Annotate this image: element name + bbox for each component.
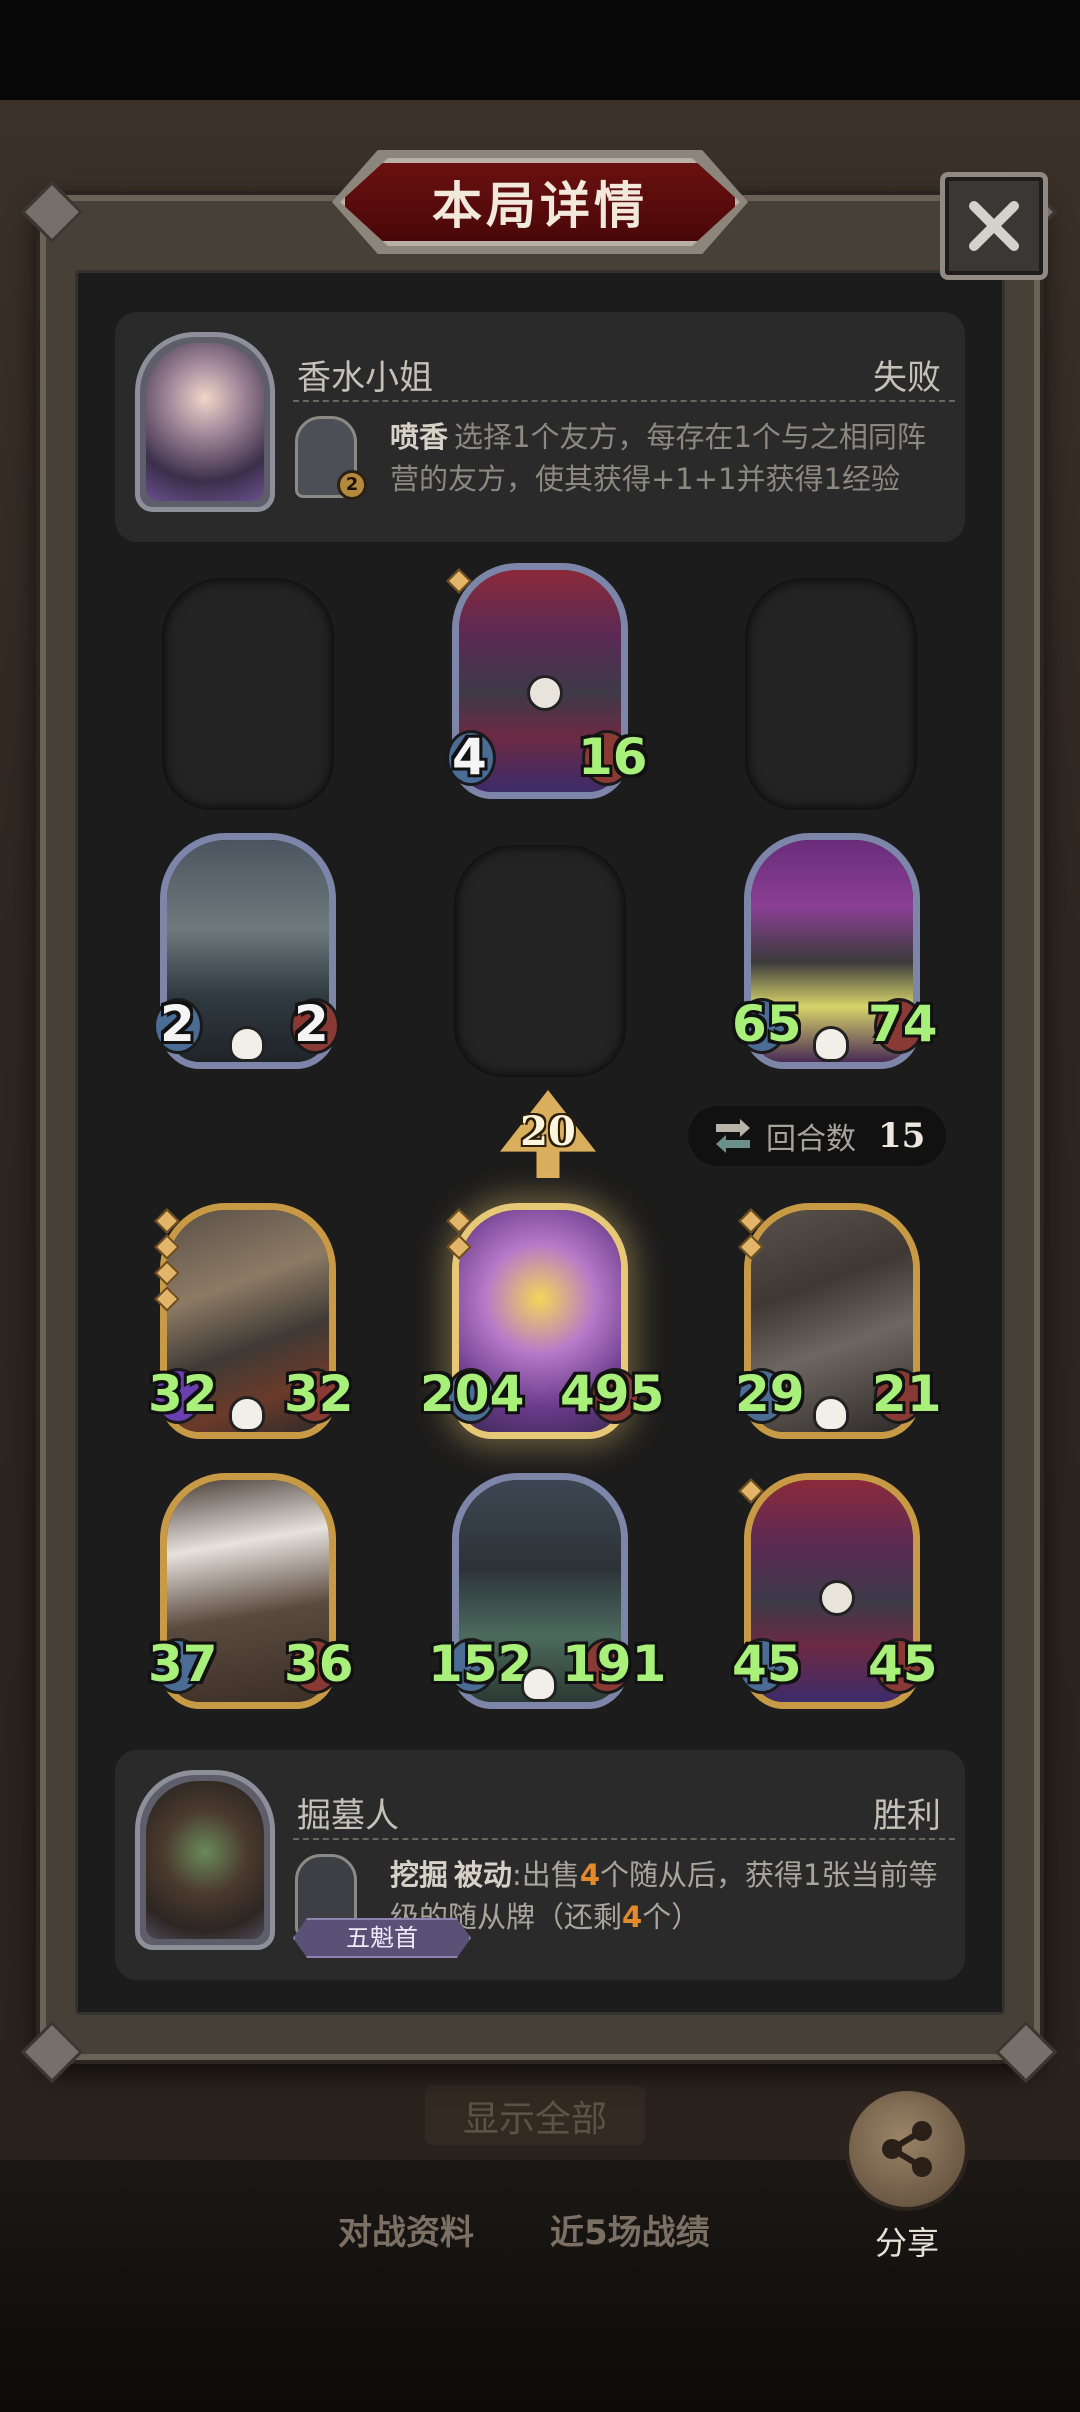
player-panel: 掘墓人 胜利 挖掘 被动:出售4个随从后，获得1张当前等级的随从牌（还剩4个） 五…: [115, 1750, 965, 1980]
turns-label: 回合数: [766, 1122, 856, 1157]
hero-power-text: 选择1个友方，每存在1个与之相同阵营的友方，使其获得+1+1并获得1经验: [390, 420, 926, 496]
minion-attack: 2: [160, 995, 195, 1053]
empty-slot: [454, 845, 626, 1077]
minion-attack: 45: [732, 1635, 802, 1693]
skull-icon: [813, 1026, 849, 1062]
hero-power-description: 挖掘 被动:出售4个随从后，获得1张当前等级的随从牌（还剩4个）: [390, 1854, 950, 1938]
opponent-result: 失败: [873, 358, 941, 398]
minion-attack: 4: [452, 728, 487, 786]
empty-slot: [162, 578, 334, 810]
minion-health: 36: [284, 1635, 354, 1693]
opponent-name: 香水小姐: [297, 358, 433, 398]
close-icon: [969, 201, 1019, 251]
opponent-panel: 香水小姐 失败 2 喷香 选择1个友方，每存在1个与之相同阵营的友方，使其获得+1…: [115, 312, 965, 542]
skull-icon: [229, 1396, 265, 1432]
hero-power-name: 喷香: [390, 420, 449, 454]
skull-icon: [229, 1026, 265, 1062]
minion-health: 32: [284, 1365, 354, 1423]
hero-power-text: 个）: [642, 1900, 701, 1934]
turns-value: 15: [878, 1116, 926, 1156]
refresh-icon: [716, 1119, 750, 1153]
page-title: 本局详情: [432, 177, 648, 235]
hero-power-description: 喷香 选择1个友方，每存在1个与之相同阵营的友方，使其获得+1+1并获得1经验: [390, 416, 950, 500]
skull-icon: [813, 1396, 849, 1432]
player-name: 掘墓人: [297, 1796, 399, 1836]
minion-health: 21: [872, 1365, 942, 1423]
share-label: 分享: [874, 2224, 939, 2262]
hero-power-tag: 被动: [454, 1858, 513, 1892]
minion-health: 495: [560, 1365, 665, 1423]
hero-power-remaining: 4: [622, 1900, 643, 1934]
close-button[interactable]: [940, 172, 1048, 280]
hero-power-text: :出售: [512, 1858, 580, 1892]
minion-health: 2: [294, 995, 329, 1053]
share-icon: [882, 2121, 932, 2177]
minion-attack: 32: [148, 1365, 218, 1423]
minion-attack: 29: [735, 1365, 805, 1423]
turn-counter: 回合数 15: [688, 1106, 946, 1166]
minion-health: 45: [868, 1635, 938, 1693]
show-all-button[interactable]: 显示全部: [425, 2085, 645, 2145]
share-button[interactable]: [845, 2087, 969, 2211]
minion-health: 74: [868, 995, 938, 1053]
minion-attack: 37: [148, 1635, 218, 1693]
minion-attack: 204: [420, 1365, 525, 1423]
minion-health: 191: [562, 1635, 667, 1693]
tab-battle-info[interactable]: 对战资料: [338, 2205, 474, 2254]
player-result: 胜利: [873, 1796, 941, 1836]
empty-slot: [745, 578, 917, 810]
player-avatar[interactable]: [135, 1770, 275, 1950]
skull-icon: [521, 1666, 557, 1702]
divider: [293, 1838, 955, 1840]
rank-badge: 五魁首: [293, 1918, 471, 1958]
title-banner: 本局详情: [340, 158, 740, 246]
tavern-level: 20: [520, 1108, 576, 1155]
hero-power-count: 4: [579, 1858, 600, 1892]
opponent-avatar[interactable]: [135, 332, 275, 512]
hero-power-name: 挖掘: [390, 1858, 449, 1892]
tab-recent-matches[interactable]: 近5场战绩: [550, 2205, 710, 2254]
minion-attack: 152: [428, 1635, 533, 1693]
minion-attack: 65: [732, 995, 802, 1053]
divider: [293, 400, 955, 402]
minion-health: 16: [578, 728, 648, 786]
hero-power-level-badge: 2: [337, 470, 367, 500]
